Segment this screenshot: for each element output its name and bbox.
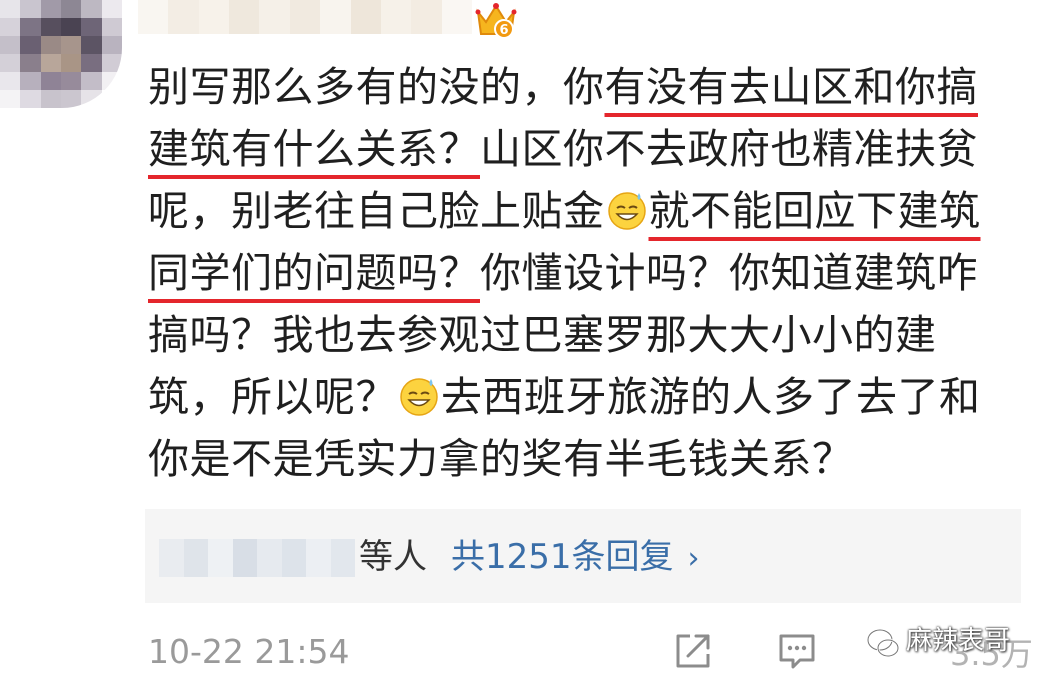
underlined-phrase: 同学们的问题吗？ bbox=[148, 249, 480, 297]
comment-line: 别写那么多有的没的，你有没有去山区和你搞 bbox=[148, 63, 978, 111]
comment-line: 你是不是凭实力拿的奖有半毛钱关系？ bbox=[148, 435, 854, 483]
reply-users-blurred bbox=[159, 539, 355, 577]
username-blurred[interactable] bbox=[138, 0, 472, 34]
comment-line: 呢，别老往自己脸上贴金 就不能回应下建筑 bbox=[148, 187, 981, 235]
comment-line: 搞吗？我也去参观过巴塞罗那大大小小的建 bbox=[148, 311, 937, 359]
watermark: 麻辣表哥 bbox=[866, 618, 1026, 676]
comment-line: 筑，所以呢？ 去西班牙旅游的人多了去了和 bbox=[148, 373, 981, 421]
view-all-replies-link[interactable]: 共1251条回复 › bbox=[451, 535, 700, 581]
replies-summary[interactable]: 等人 共1251条回复 › bbox=[145, 509, 1021, 603]
underlined-phrase: 有没有去山区和你搞 bbox=[604, 63, 978, 111]
underlined-phrase: 建筑有什么关系？ bbox=[148, 125, 480, 173]
vip-level-number: 6 bbox=[499, 23, 508, 38]
replies-suffix: 等人 bbox=[359, 537, 427, 577]
comment-text: 别写那么多有的没的，你有没有去山区和你搞 建筑有什么关系？山区你不去政府也精准扶… bbox=[148, 56, 1018, 490]
underlined-phrase: 就不能回应下建筑 bbox=[648, 187, 981, 235]
share-icon[interactable] bbox=[672, 630, 714, 672]
comment-line: 建筑有什么关系？山区你不去政府也精准扶贫 bbox=[148, 125, 978, 173]
avatar[interactable] bbox=[0, 0, 122, 108]
grin-sweat-emoji-icon bbox=[607, 192, 646, 230]
crown-icon: 6 bbox=[475, 3, 517, 39]
replies-count-label: 共1251条回复 bbox=[451, 537, 674, 577]
chevron-right-icon: › bbox=[687, 541, 700, 576]
comment-timestamp: 10-22 21:54 bbox=[148, 632, 350, 671]
vip-crown-badge: 6 bbox=[474, 0, 518, 40]
wechat-logo-icon bbox=[866, 628, 900, 658]
comment-icon[interactable] bbox=[776, 630, 818, 672]
watermark-text: 麻辣表哥 bbox=[906, 626, 1011, 656]
grin-sweat-emoji-icon bbox=[400, 378, 438, 416]
comment-line: 同学们的问题吗？你懂设计吗？你知道建筑咋 bbox=[148, 249, 978, 297]
